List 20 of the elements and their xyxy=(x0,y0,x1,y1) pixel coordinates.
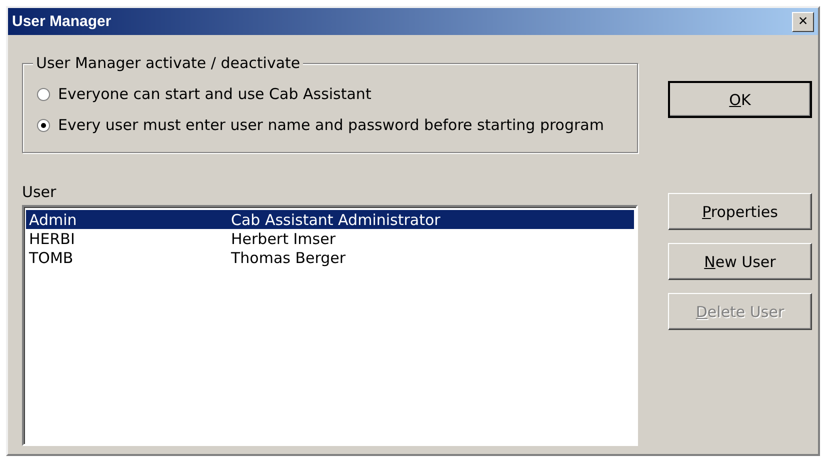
user-row[interactable]: HERBI Herbert Imser xyxy=(26,229,634,248)
user-name: TOMB xyxy=(28,248,74,266)
radio-label[interactable]: Every user must enter user name and password before starting program xyxy=(58,116,604,134)
user-full-name: Cab Assistant Administrator xyxy=(231,210,440,228)
user-full-name: Herbert Imser xyxy=(231,230,336,248)
radio-button[interactable] xyxy=(37,88,50,100)
radio-label[interactable]: Everyone can start and use Cab Assistant xyxy=(58,85,372,103)
dialog-button[interactable]: Properties xyxy=(668,193,812,230)
radio-button[interactable] xyxy=(37,118,50,132)
group-title: User Manager activate / deactivate xyxy=(33,54,304,72)
close-button[interactable]: × xyxy=(792,12,814,32)
user-full-name: Thomas Berger xyxy=(231,248,346,266)
list-label: User xyxy=(22,183,58,201)
user-name: HERBI xyxy=(28,230,76,248)
dialog-button[interactable]: New User xyxy=(668,243,812,280)
user-row[interactable]: TOMB Thomas Berger xyxy=(26,248,634,267)
window-title: User Manager xyxy=(12,13,112,30)
user-row[interactable]: Admin Cab Assistant Administrator xyxy=(26,210,634,229)
dialog-button[interactable]: OK xyxy=(668,81,812,118)
user-name: Admin xyxy=(28,210,78,228)
